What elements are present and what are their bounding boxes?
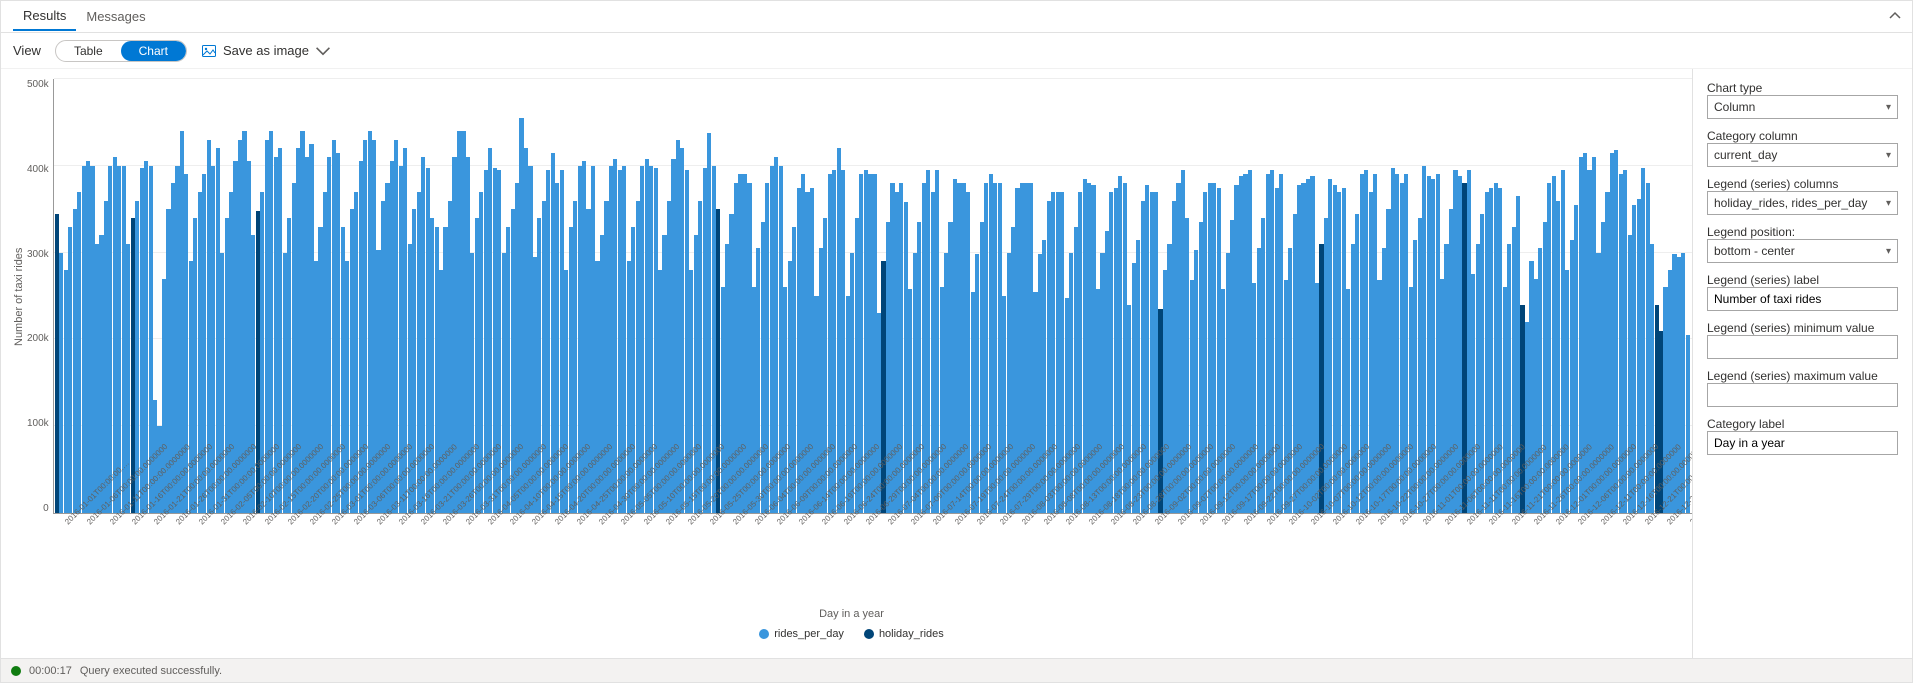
view-toggle: Table Chart (55, 40, 187, 62)
chart-settings-panel: Chart type Column▾ Category column curre… (1692, 69, 1912, 658)
category-label-label: Category label (1707, 417, 1898, 431)
legend-label-input[interactable] (1707, 287, 1898, 311)
tab-messages[interactable]: Messages (76, 3, 155, 30)
chart-type-label: Chart type (1707, 81, 1898, 95)
view-chart-button[interactable]: Chart (121, 41, 186, 61)
chart-area: Number of taxi rides 500k400k300k200k100… (1, 69, 1692, 658)
collapse-icon[interactable] (1888, 9, 1902, 26)
app-root: Results Messages View Table Chart Save a… (0, 0, 1913, 683)
legend-position-select[interactable]: bottom - center▾ (1707, 239, 1898, 263)
legend-columns-label: Legend (series) columns (1707, 177, 1898, 191)
chevron-down-icon (315, 43, 331, 59)
category-column-select[interactable]: current_day▾ (1707, 143, 1898, 167)
category-label-input[interactable] (1707, 431, 1898, 455)
legend-item-rides[interactable]: rides_per_day (759, 628, 844, 640)
legend-label-label: Legend (series) label (1707, 273, 1898, 287)
main-area: Number of taxi rides 500k400k300k200k100… (1, 69, 1912, 658)
view-label: View (13, 43, 41, 58)
x-axis: 2016-01-01T00:00:00.…2016-01-06T00:00:00… (63, 514, 1692, 604)
legend-position-label: Legend position: (1707, 225, 1898, 239)
legend-min-label: Legend (series) minimum value (1707, 321, 1898, 335)
legend-max-input[interactable] (1707, 383, 1898, 407)
x-axis-title: Day in a year (11, 608, 1692, 620)
status-success-icon (11, 666, 21, 676)
chart-legend: rides_per_day holiday_rides (11, 620, 1692, 648)
tab-results[interactable]: Results (13, 2, 76, 31)
legend-dot-icon (864, 629, 874, 639)
category-column-label: Category column (1707, 129, 1898, 143)
chart-toolbar: View Table Chart Save as image (1, 33, 1912, 69)
save-as-image-button[interactable]: Save as image (201, 43, 331, 59)
legend-columns-select[interactable]: holiday_rides, rides_per_day▾ (1707, 191, 1898, 215)
y-axis-title: Number of taxi rides (11, 79, 27, 514)
result-tabs: Results Messages (1, 1, 1912, 33)
status-message: Query executed successfully. (80, 665, 222, 677)
view-table-button[interactable]: Table (56, 41, 121, 61)
legend-holiday-label: holiday_rides (879, 628, 944, 640)
status-bar: 00:00:17 Query executed successfully. (1, 658, 1912, 682)
legend-max-label: Legend (series) maximum value (1707, 369, 1898, 383)
legend-min-input[interactable] (1707, 335, 1898, 359)
image-icon (201, 43, 217, 59)
legend-rides-label: rides_per_day (774, 628, 844, 640)
save-image-label: Save as image (223, 43, 309, 58)
status-time: 00:00:17 (29, 665, 72, 677)
y-axis: 500k400k300k200k100k0 (27, 79, 53, 514)
chart-bar[interactable] (1686, 79, 1690, 513)
legend-item-holiday[interactable]: holiday_rides (864, 628, 944, 640)
legend-dot-icon (759, 629, 769, 639)
chart-type-select[interactable]: Column▾ (1707, 95, 1898, 119)
